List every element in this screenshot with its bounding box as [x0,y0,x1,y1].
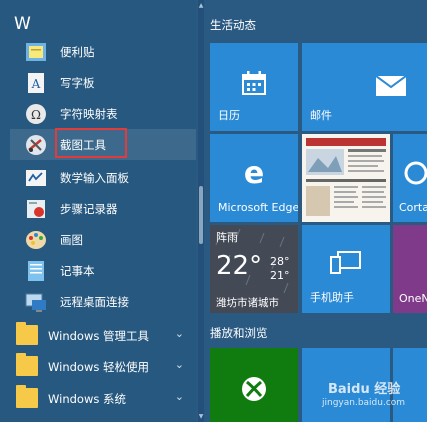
weather-high: 28° [270,255,290,268]
app-label: 远程桌面连接 [60,295,129,309]
chevron-down-icon[interactable]: ⌄ [175,358,184,371]
edge-icon: e [244,159,264,187]
app-label: 步骤记录器 [60,202,118,216]
tile-label: Microsoft Edge [218,201,298,214]
calendar-icon [242,71,266,95]
tile-label: 手机助手 [310,291,354,304]
tile-onenote[interactable]: OneN [393,225,427,313]
xbox-icon [242,377,266,401]
section-letter[interactable]: W [14,14,31,34]
tile-xbox[interactable] [210,348,298,422]
tile-group-title[interactable]: 生活动态 [210,17,256,33]
tile-weather[interactable]: 阵雨 22° 28° 21° 潍坊市诸城市 [210,225,298,313]
app-item-sticky-notes[interactable]: 便利贴 [10,36,196,67]
folder-icon [16,322,38,345]
weather-condition: 阵雨 [216,231,238,244]
folder-label: Windows 管理工具 [48,329,149,343]
app-item-character-map[interactable]: Ω 字符映射表 [10,98,196,129]
folder-windows-accessibility[interactable]: Windows 轻松使用 ⌄ [10,351,196,382]
tile-group-title[interactable]: 播放和浏览 [210,325,268,341]
app-item-remote-desktop[interactable]: 远程桌面连接 [10,286,196,317]
character-map-icon: Ω [26,104,46,124]
svg-text:e: e [244,159,264,187]
app-label: 字符映射表 [60,107,118,121]
folder-label: Windows 系统 [48,392,126,406]
snipping-tool-icon [26,135,46,155]
scrollbar[interactable]: ▲ ▼ [198,0,204,422]
app-item-steps-recorder[interactable]: 步骤记录器 [10,193,196,224]
weather-low: 21° [270,269,290,282]
steps-recorder-icon [27,200,45,218]
app-list: W 便利贴 A 写字板 Ω 字符映射表 截图工具 数学输入面板 步骤记录器 画图… [0,0,196,422]
tile-label: 邮件 [310,109,332,122]
folder-icon [16,385,38,408]
folder-label: Windows 轻松使用 [48,360,149,374]
app-label: 数学输入面板 [60,171,129,185]
tile-cortana[interactable]: Cortar [393,134,427,222]
math-input-icon [26,170,46,186]
remote-desktop-icon [25,293,46,312]
tile-label: OneN [399,292,427,305]
wordpad-icon: A [28,73,44,93]
chevron-down-icon[interactable]: ⌄ [175,327,184,340]
cortana-icon [404,161,427,185]
tile-mail[interactable]: 邮件 [302,43,427,131]
sticky-notes-icon [26,43,46,61]
app-item-wordpad[interactable]: A 写字板 [10,67,196,98]
watermark-url: jingyan.baidu.com [322,398,406,408]
scroll-down-icon[interactable]: ▼ [198,413,204,420]
tile-microsoft-edge[interactable]: e Microsoft Edge [210,134,298,222]
app-label: 画图 [60,233,83,247]
newspaper-image [302,134,390,222]
app-item-paint[interactable]: 画图 [10,224,196,255]
folder-windows-admin-tools[interactable]: Windows 管理工具 ⌄ [10,320,196,351]
tile-phone-companion[interactable]: 手机助手 [302,225,390,313]
app-label: 写字板 [60,76,95,90]
tile-news[interactable] [302,134,390,222]
folder-windows-system[interactable]: Windows 系统 ⌄ [10,383,196,414]
tile-calendar[interactable]: 日历 [210,43,298,131]
phone-icon [330,251,361,274]
baidu-watermark: Baidu 经验 jingyan.baidu.com [318,372,418,412]
paint-icon [26,231,46,249]
app-label: 便利贴 [60,45,95,59]
tile-label: 日历 [218,109,240,122]
app-label: 记事本 [60,264,95,278]
chevron-down-icon[interactable]: ⌄ [175,390,184,403]
tile-label: Cortar [399,201,427,214]
svg-text:A: A [31,77,41,91]
highlight-box [55,128,127,158]
folder-icon [16,353,38,376]
svg-text:Ω: Ω [31,108,41,122]
app-item-math-input[interactable]: 数学输入面板 [10,162,196,193]
scroll-thumb[interactable] [199,186,203,244]
watermark-text: Baidu 经验 [328,382,401,397]
mail-icon [376,76,406,96]
notepad-icon [28,261,44,281]
app-item-notepad[interactable]: 记事本 [10,255,196,286]
scroll-up-icon[interactable]: ▲ [198,2,204,9]
weather-location: 潍坊市诸城市 [216,297,279,309]
weather-temperature: 22° [216,251,263,281]
